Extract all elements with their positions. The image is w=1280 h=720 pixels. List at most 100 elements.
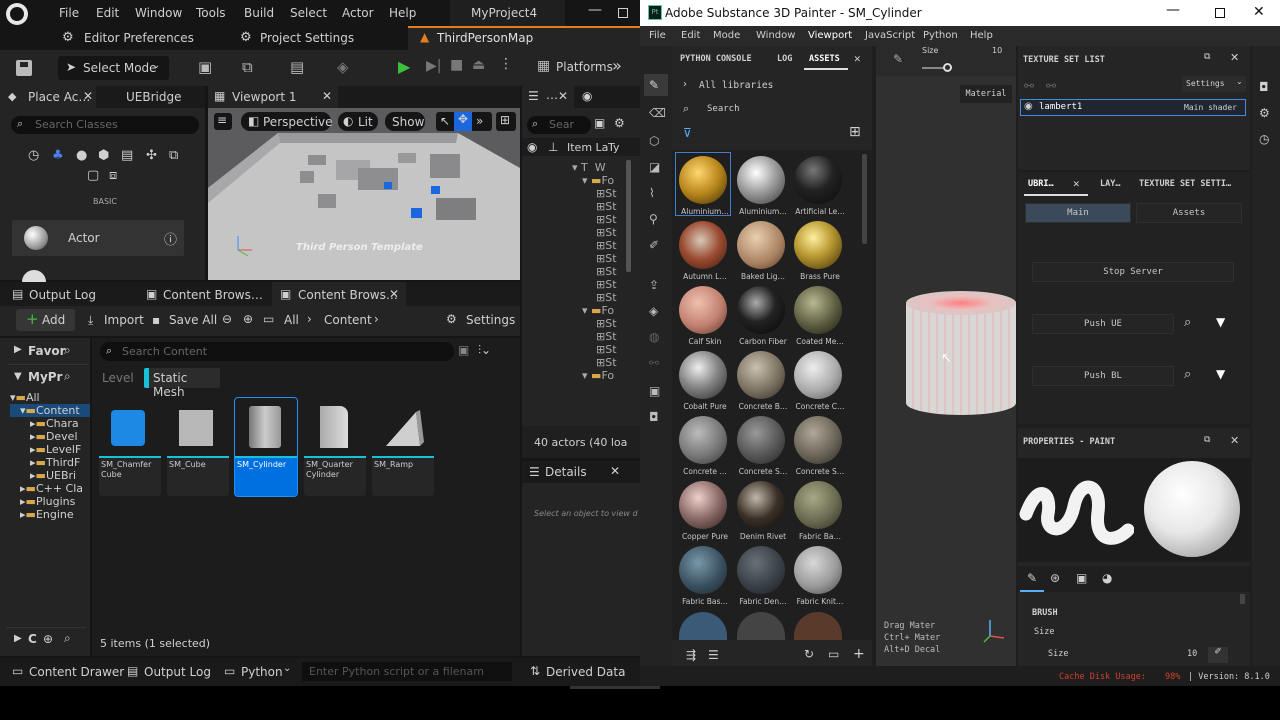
search-icon[interactable]: ⌕ xyxy=(64,369,71,384)
select-mode-dropdown[interactable]: ➤ Select Mode ⌄ xyxy=(58,56,169,80)
tree-folder[interactable]: ▸▬LevelF xyxy=(10,443,90,456)
color-picker-icon[interactable]: ✐ xyxy=(649,238,659,252)
ubridge-main-button[interactable]: Main xyxy=(1025,203,1131,223)
link-icon[interactable]: ⚯ xyxy=(649,356,659,370)
material-tile[interactable]: Baked Lig… xyxy=(733,219,791,283)
outliner-row[interactable]: ⊞St xyxy=(568,356,638,369)
blueprint-icon[interactable]: ⧉ xyxy=(242,58,253,76)
material-tile[interactable]: Cobalt Pure xyxy=(675,349,733,413)
clone-icon[interactable]: ⚲ xyxy=(649,212,658,226)
tab-content-browser-2[interactable]: ▣ Content Brows… ✕ xyxy=(272,282,406,306)
material-tile[interactable]: Calf Skin xyxy=(675,284,733,348)
material-tile[interactable]: Concrete S… xyxy=(790,414,848,478)
menu-build[interactable]: Build xyxy=(244,6,274,20)
chevron-right-icon[interactable]: › xyxy=(683,79,687,90)
sp-menu-window[interactable]: Window xyxy=(756,30,795,41)
project-header[interactable]: MyPr xyxy=(28,370,62,384)
close-icon[interactable]: ✕ xyxy=(1073,177,1080,190)
material-tile-partial[interactable] xyxy=(679,612,727,640)
python-command-input[interactable]: Enter Python script or a filenam xyxy=(302,662,512,681)
unlink-icon[interactable]: ⚯ xyxy=(1046,79,1056,93)
push-ue-button[interactable]: Push UE xyxy=(1032,314,1174,334)
sp-menu-file[interactable]: File xyxy=(649,30,666,41)
tab-ubridge[interactable]: UBRI… xyxy=(1028,179,1054,189)
history-icon[interactable]: ◷ xyxy=(1259,132,1269,146)
material-tile[interactable]: Aluminium… xyxy=(733,154,791,218)
chevron-right-icon[interactable]: ▶ xyxy=(14,633,22,644)
close-icon[interactable]: ✕ xyxy=(389,287,399,301)
brush-icon[interactable]: ✎ xyxy=(1027,571,1037,585)
menu-actor[interactable]: Actor xyxy=(342,6,374,20)
menu-file[interactable]: File xyxy=(59,6,79,20)
filter-static-mesh-chip[interactable]: Static Mesh xyxy=(144,368,220,399)
project-settings-button[interactable]: Project Settings xyxy=(260,31,354,45)
asset-sm-chamfer-cube[interactable]: SM_Chamfer Cube xyxy=(99,398,161,496)
asset-sm-cube[interactable]: SM_Cube xyxy=(167,398,229,496)
python-dropdown[interactable]: Python xyxy=(241,665,283,679)
folder-icon[interactable]: ▭ xyxy=(828,647,839,661)
shapes-icon[interactable]: ⬢ xyxy=(98,148,109,163)
recent-icon[interactable]: ◷ xyxy=(28,148,39,163)
basic-icon[interactable]: ♣ xyxy=(52,148,64,163)
tab-texture-set-settings[interactable]: TEXTURE SET SETTI… xyxy=(1139,179,1231,189)
outliner-row[interactable]: ⊞St xyxy=(568,330,638,343)
more-tools-icon[interactable]: » xyxy=(476,114,483,128)
pen-pressure-icon[interactable]: ✐ xyxy=(1208,647,1228,663)
menu-help[interactable]: Help xyxy=(389,6,416,20)
perspective-button[interactable]: ◧ Perspective xyxy=(241,112,333,131)
projection-icon[interactable]: ⬡ xyxy=(649,134,659,148)
material-tile[interactable]: Coated Me… xyxy=(790,284,848,348)
close-icon[interactable]: ✕ xyxy=(610,464,620,478)
chevron-right-icon[interactable]: ▶ xyxy=(14,344,22,355)
cinematic-icon[interactable]: ▤ xyxy=(121,148,133,163)
cinematics-icon[interactable]: ▤ xyxy=(290,58,304,76)
texture-set-settings-dropdown[interactable]: Settings ⌄ xyxy=(1182,76,1246,92)
grid-view-icon[interactable]: ⊞ xyxy=(849,124,861,140)
all-libraries-dropdown[interactable]: All libraries xyxy=(699,80,773,91)
material-tile[interactable]: Fabric Knit… xyxy=(790,544,848,608)
search-icon[interactable]: ⌕ xyxy=(1184,315,1191,330)
properties-scrollbar[interactable] xyxy=(1240,594,1245,604)
map-tab[interactable]: ▲ ThirdPersonMap xyxy=(408,26,640,50)
tree-folder[interactable]: ▸▬ThirdF xyxy=(10,456,90,469)
tab-output-log[interactable]: Output Log xyxy=(29,288,96,302)
tab-viewport[interactable]: ▦ Viewport 1 ✕ xyxy=(208,86,338,108)
play-icon[interactable]: ▶ xyxy=(398,57,410,76)
add-icon[interactable]: + xyxy=(853,646,865,662)
modes-icon[interactable]: ◈ xyxy=(337,58,349,76)
visual-effects-icon[interactable]: ✣ xyxy=(146,148,157,163)
settings-gear-icon[interactable]: ⚙ xyxy=(614,116,625,130)
forward-arrow-icon[interactable]: ⊕ xyxy=(243,312,253,326)
import-button[interactable]: Import xyxy=(104,313,144,327)
visibility-eye-icon[interactable]: ◉ xyxy=(1024,101,1033,112)
outliner-row[interactable]: ⊞St xyxy=(568,317,638,330)
material-tile[interactable]: Brass Pure xyxy=(790,219,848,283)
shader-settings-icon[interactable]: ⚙ xyxy=(1259,106,1270,120)
close-icon[interactable]: ✕ xyxy=(1230,51,1239,64)
filter-icon[interactable]: ⫶⌄ xyxy=(478,343,491,358)
material-tile[interactable]: Carbon Fiber xyxy=(733,284,791,348)
eject-icon[interactable]: ⏏ xyxy=(472,57,485,73)
layout-icon[interactable]: ⊞ xyxy=(496,112,516,131)
asset-sm-cylinder[interactable]: SM_Cylinder xyxy=(234,397,298,497)
display-settings-icon[interactable]: ◘ xyxy=(1259,80,1269,94)
world-icon[interactable]: ◉ xyxy=(582,89,592,103)
geometry-icon[interactable]: ▢ xyxy=(87,168,99,183)
tree-folder[interactable]: ▸▬UEBri xyxy=(10,469,90,482)
material-tile[interactable]: Denim Rivet xyxy=(733,479,791,543)
sp-menu-help[interactable]: Help xyxy=(970,30,993,41)
asset-sm-quarter-cylinder[interactable]: SM_Quarter Cylinder xyxy=(304,398,366,496)
breadcrumb-content[interactable]: Content xyxy=(324,313,372,327)
texture-set-item-lambert1[interactable]: ◉ lambert1 Main shader xyxy=(1020,99,1246,116)
paint-brush-icon[interactable]: ✎ xyxy=(649,78,659,92)
tab-content-browser-1[interactable]: Content Brows… xyxy=(163,288,263,302)
material-tile[interactable]: Autumn L… xyxy=(675,219,733,283)
outliner-row[interactable]: ⊞St xyxy=(568,278,638,291)
menu-select[interactable]: Select xyxy=(290,6,327,20)
bake-icon[interactable]: ◈ xyxy=(649,304,658,318)
outliner-scrollbar[interactable] xyxy=(626,160,631,272)
add-content-icon[interactable]: ▣ xyxy=(198,58,212,76)
folder-icon[interactable]: ▭ xyxy=(263,312,274,326)
volumes-icon[interactable]: ⧉ xyxy=(169,148,178,163)
tree-folder[interactable]: ▸▬Devel xyxy=(10,430,90,443)
